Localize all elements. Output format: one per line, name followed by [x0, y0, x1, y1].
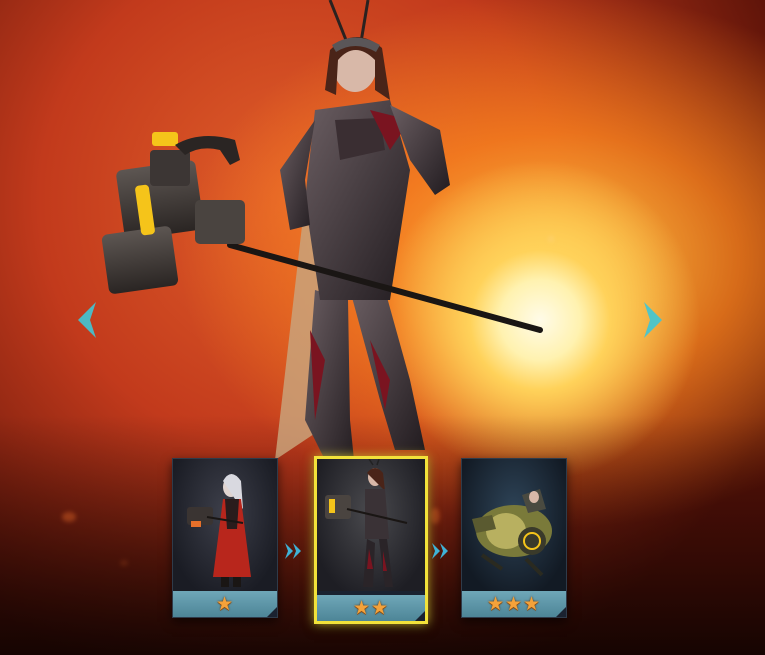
next-skin-button[interactable] — [638, 298, 668, 342]
ember-particle — [62, 512, 76, 522]
star-rating: ★★★ — [462, 591, 566, 617]
ember-particle — [120, 560, 128, 566]
star-rating: ★ — [173, 591, 277, 617]
hero-character — [101, 0, 543, 470]
double-chevron-right-icon — [285, 543, 301, 559]
red-dress-hero-portrait — [173, 459, 277, 591]
chevron-left-icon — [78, 302, 96, 338]
previous-skin-button[interactable] — [72, 298, 102, 342]
skin-card-1[interactable]: ★ — [172, 458, 278, 618]
mech-suit-portrait — [462, 459, 566, 591]
skin-card-2-selected[interactable]: ★★ — [314, 456, 428, 624]
armored-hero-portrait — [317, 459, 425, 591]
ember-particle — [430, 508, 440, 524]
double-chevron-right-icon — [432, 543, 448, 559]
star-rating: ★★ — [317, 595, 425, 621]
chevron-right-icon — [644, 302, 662, 338]
skin-card-3[interactable]: ★★★ — [461, 458, 567, 618]
